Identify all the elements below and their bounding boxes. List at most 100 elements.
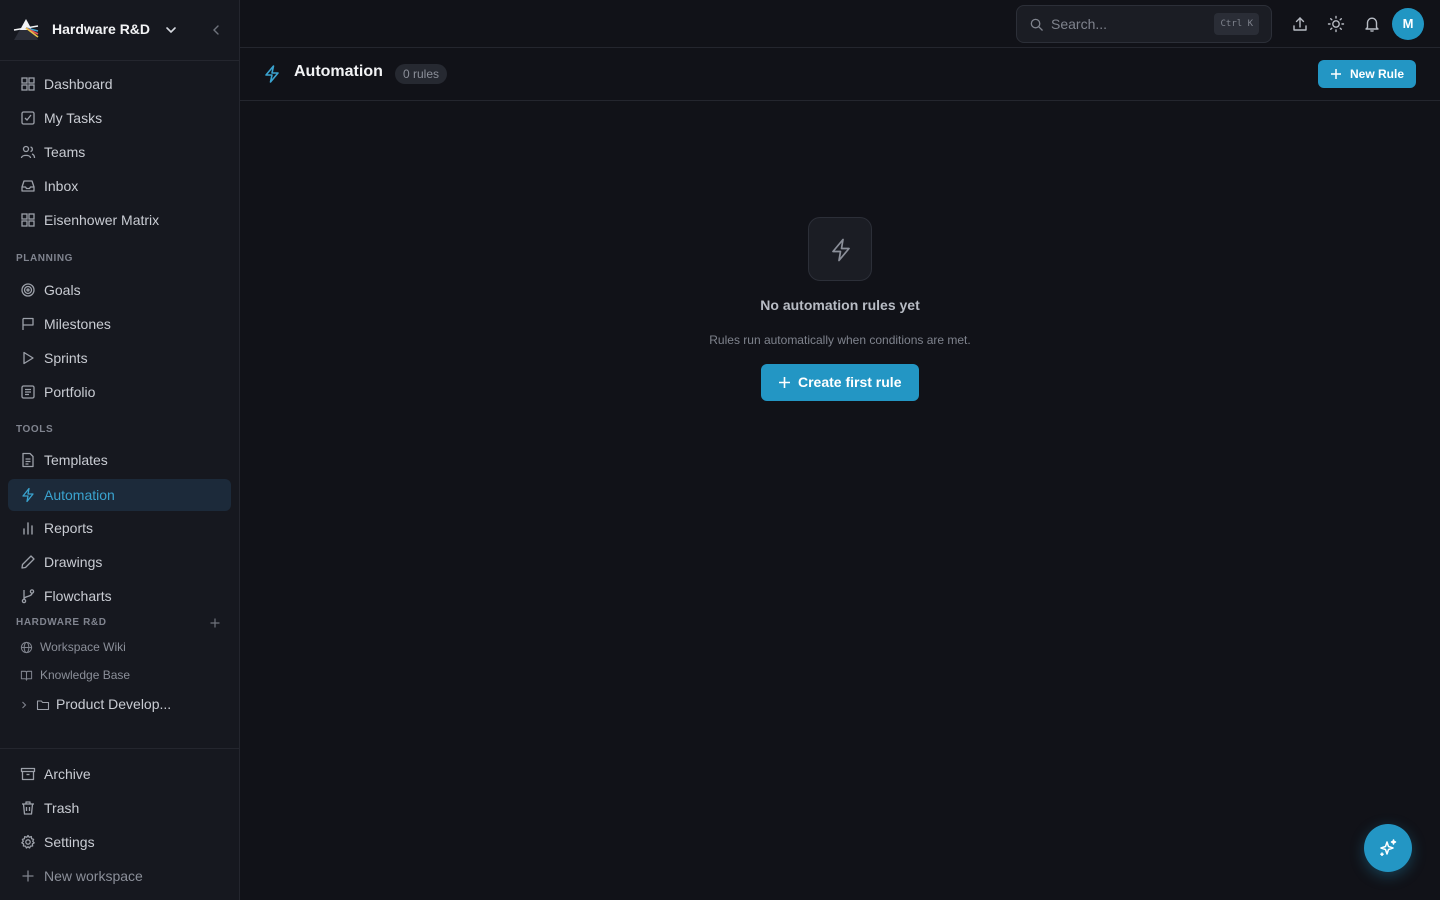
sidebar-item-label: Goals [44,282,81,298]
flag-icon [22,317,34,330]
sidebar-item-dashboard[interactable]: Dashboard [8,68,231,100]
section-label-tools: TOOLS [16,424,54,435]
file-text-icon [22,452,34,468]
sidebar-item-workspace-wiki[interactable]: Workspace Wiki [8,634,231,660]
sidebar-item-new-workspace[interactable]: New workspace [8,860,231,892]
topbar: Search... Ctrl K M [240,0,1440,48]
folder-icon [36,700,50,711]
sidebar-item-label: Trash [44,800,80,816]
sidebar-item-label: Templates [44,452,108,468]
sidebar-item-drawings[interactable]: Drawings [8,546,231,578]
sidebar-item-label: Archive [44,766,91,782]
avatar[interactable]: M [1392,8,1424,40]
collapse-sidebar-icon[interactable] [208,22,224,38]
target-icon [21,283,35,297]
sidebar-item-knowledge-base[interactable]: Knowledge Base [8,662,231,688]
ai-assistant-button[interactable] [1364,824,1412,872]
sidebar-item-label: Dashboard [44,76,113,92]
gear-icon [21,834,35,849]
dashboard-icon [21,77,35,91]
plus-icon [779,377,790,388]
sidebar-item-label: Drawings [44,554,103,570]
create-first-rule-button[interactable]: Create first rule [761,364,919,401]
sidebar-item-label: Workspace Wiki [40,640,126,654]
bell-icon[interactable] [1363,15,1381,33]
sidebar-item-label: Reports [44,520,94,536]
sidebar-item-label: My Tasks [44,110,103,126]
sidebar-item-label: Inbox [44,178,79,194]
users-icon [20,145,36,159]
sidebar-item-label: Settings [44,834,95,850]
zap-icon [832,238,850,262]
section-label-workspace: HARDWARE R&D [16,617,107,628]
sidebar-item-milestones[interactable]: Milestones [8,308,231,340]
sidebar-item-sprints[interactable]: Sprints [8,342,231,374]
sidebar-item-flowcharts[interactable]: Flowcharts [8,580,231,612]
sidebar-item-label: Portfolio [44,384,96,400]
search-placeholder: Search... [1051,16,1108,32]
sidebar-divider [0,748,239,749]
sidebar-item-label: Teams [44,144,86,160]
new-rule-label: New Rule [1350,67,1405,81]
sidebar-item-label: Milestones [44,316,111,332]
sidebar-item-goals[interactable]: Goals [8,274,231,306]
sidebar-item-label: Knowledge Base [40,668,131,682]
workspace-logo-icon [13,19,39,40]
workspace-header[interactable]: Hardware R&D [0,0,239,61]
plus-icon [1331,69,1341,79]
sidebar-item-automation[interactable]: Automation [8,479,231,511]
page-header: Automation 0 rules New Rule [240,48,1440,101]
git-branch-icon [21,589,35,604]
add-page-icon[interactable] [209,617,221,629]
sidebar-item-teams[interactable]: Teams [8,136,231,168]
pen-icon [21,555,35,569]
empty-state-title: No automation rules yet [760,297,920,313]
empty-state-icon-box [808,217,872,281]
sidebar-item-label: Flowcharts [44,588,112,604]
sidebar-item-label: Automation [44,487,115,503]
inbox-icon [21,180,35,192]
sidebar-item-archive[interactable]: Archive [8,758,231,790]
create-first-rule-label: Create first rule [798,374,902,390]
search-icon [1030,18,1043,31]
page-title: Automation [294,63,383,80]
sidebar-item-inbox[interactable]: Inbox [8,170,231,202]
chevron-down-icon[interactable] [164,23,178,37]
theme-sun-icon[interactable] [1327,15,1345,33]
plus-icon [22,870,34,882]
check-square-icon [21,111,35,125]
play-icon [23,351,34,365]
search-input[interactable]: Search... Ctrl K [1016,5,1272,43]
new-rule-button[interactable]: New Rule [1318,60,1416,88]
portfolio-icon [21,385,35,399]
grid-icon [21,213,35,227]
sidebar-item-portfolio[interactable]: Portfolio [8,376,231,408]
section-label-planning: PLANNING [16,253,74,264]
sidebar-item-label: New workspace [44,868,143,884]
zap-icon [22,487,34,503]
archive-icon [20,767,36,781]
book-icon [20,670,33,681]
sidebar-item-templates[interactable]: Templates [8,444,231,476]
sidebar-item-settings[interactable]: Settings [8,826,231,858]
empty-state-subtitle: Rules run automatically when conditions … [709,333,971,347]
bar-chart-icon [23,522,33,535]
sidebar-item-reports[interactable]: Reports [8,512,231,544]
folder-label: Product Develop... [56,696,172,712]
sidebar-item-label: Eisenhower Matrix [44,212,160,228]
globe-icon [20,641,33,654]
sparkles-icon [1380,839,1397,856]
sidebar-folder-product-development[interactable]: Product Develop... [8,692,231,718]
sidebar-item-trash[interactable]: Trash [8,792,231,824]
sidebar-item-eisenhower-matrix[interactable]: Eisenhower Matrix [8,204,231,236]
zap-icon [265,65,279,83]
sidebar: Hardware R&D Dashboard My Tasks Teams In… [0,0,240,900]
trash-icon [22,801,34,815]
chevron-right-icon[interactable] [19,700,29,710]
rules-count-badge: 0 rules [395,64,448,84]
search-shortcut-badge: Ctrl K [1214,13,1259,35]
sidebar-item-my-tasks[interactable]: My Tasks [8,102,231,134]
workspace-name: Hardware R&D [52,21,151,37]
sidebar-item-label: Sprints [44,350,88,366]
upload-icon[interactable] [1291,15,1309,33]
